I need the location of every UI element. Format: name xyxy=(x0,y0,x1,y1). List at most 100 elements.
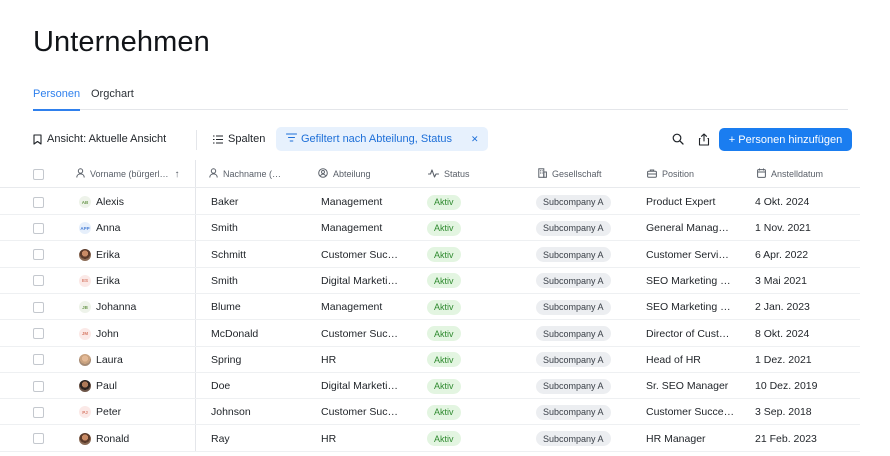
avatar-cell: AB xyxy=(79,189,96,215)
position-cell: Customer Servi… xyxy=(646,248,729,261)
briefcase-icon xyxy=(647,169,662,180)
share-icon xyxy=(698,132,710,146)
gesellschaft-cell: Subcompany A xyxy=(536,347,640,373)
status-badge: Aktiv xyxy=(427,431,461,447)
vorname-cell: Peter xyxy=(96,406,122,419)
position-cell: General Manag… xyxy=(646,222,729,235)
tab-orgchart[interactable]: Orgchart xyxy=(91,88,134,110)
row-checkbox[interactable] xyxy=(33,242,44,268)
row-checkbox[interactable] xyxy=(33,347,44,373)
avatar-initials: APP xyxy=(79,222,91,235)
status-badge: Aktiv xyxy=(427,273,461,289)
gesellschaft-cell: Subcompany A xyxy=(536,321,640,347)
gesellschaft-cell: Subcompany A xyxy=(536,268,640,294)
gesellschaft-cell: Subcompany A xyxy=(536,189,640,215)
avatar-initials: ES xyxy=(79,274,91,287)
table-row[interactable]: ES Erika Smith Digital Marketi… Aktiv Subcomp… xyxy=(0,268,860,294)
avatar-initials: AB xyxy=(79,196,91,208)
status-badge: Aktiv xyxy=(427,299,461,315)
company-badge: Subcompany A xyxy=(536,194,611,210)
header-gesellschaft[interactable]: Gesellschaft xyxy=(538,160,602,188)
table-row[interactable]: JM John McDonald Customer Suc… Aktiv Subcompa… xyxy=(0,321,860,347)
nachname-cell: McDonald xyxy=(211,327,259,340)
table-row[interactable]: APP Anna Smith Management Aktiv Subcompany A G… xyxy=(0,215,860,242)
nachname-cell: Smith xyxy=(211,222,238,235)
abteilung-cell: Customer Suc… xyxy=(321,327,399,340)
position-cell: Head of HR xyxy=(646,353,701,366)
table-row[interactable]: Paul Doe Digital Marketi… Aktiv Subcompany A… xyxy=(0,373,860,400)
select-all-checkbox[interactable] xyxy=(33,160,44,188)
row-checkbox[interactable] xyxy=(33,268,44,294)
anstelldatum-cell: 3 Sep. 2018 xyxy=(755,406,812,419)
toolbar-divider xyxy=(196,130,197,150)
status-cell: Aktiv xyxy=(427,399,527,425)
anstelldatum-cell: 6 Apr. 2022 xyxy=(755,248,809,261)
export-button[interactable] xyxy=(698,126,710,152)
header-anstelldatum[interactable]: Anstelldatum xyxy=(757,160,823,188)
company-badge: Subcompany A xyxy=(536,273,611,289)
status-badge: Aktiv xyxy=(427,378,461,394)
vorname-cell: Johanna xyxy=(96,301,137,314)
header-abteilung[interactable]: Abteilung xyxy=(318,160,371,188)
abteilung-cell: Management xyxy=(321,222,383,235)
header-label: Nachname (… xyxy=(223,169,282,179)
anstelldatum-cell: 1 Nov. 2021 xyxy=(755,222,811,235)
nachname-cell: Johnson xyxy=(211,406,251,419)
avatar-cell: ES xyxy=(79,268,96,294)
row-checkbox[interactable] xyxy=(33,294,44,320)
anstelldatum-cell: 4 Okt. 2024 xyxy=(755,196,810,208)
vorname-cell: Anna xyxy=(96,222,121,235)
row-checkbox[interactable] xyxy=(33,426,44,452)
company-badge: Subcompany A xyxy=(536,404,611,420)
sort-ascending-icon[interactable]: ↑ xyxy=(175,169,180,180)
view-selector[interactable]: Ansicht: Aktuelle Ansicht xyxy=(33,126,166,152)
company-badge: Subcompany A xyxy=(536,378,611,394)
tab-personen[interactable]: Personen xyxy=(33,88,81,111)
row-checkbox[interactable] xyxy=(33,373,44,399)
add-person-button[interactable]: + Personen hinzufügen xyxy=(719,128,852,151)
filter-chip[interactable]: Gefiltert nach Abteilung, Status ✕ xyxy=(276,127,488,151)
row-checkbox[interactable] xyxy=(33,399,44,425)
avatar-initials: PJ xyxy=(79,406,91,419)
header-vorname[interactable]: Vorname (bürgerl… ↑ xyxy=(76,160,180,188)
anstelldatum-cell: 2 Jan. 2023 xyxy=(755,301,810,314)
table-row[interactable]: Erika Schmitt Customer Suc… Aktiv Subcompany… xyxy=(0,242,860,268)
avatar-cell: JM xyxy=(79,321,96,347)
header-status[interactable]: Status xyxy=(427,160,470,188)
nachname-cell: Doe xyxy=(211,380,231,393)
row-checkbox[interactable] xyxy=(33,215,44,241)
position-cell: Director of Cust… xyxy=(646,327,730,340)
abteilung-cell: Customer Suc… xyxy=(321,248,399,261)
clear-filter-icon[interactable]: ✕ xyxy=(471,134,479,145)
search-button[interactable] xyxy=(672,126,684,152)
position-cell: Product Expert xyxy=(646,196,716,208)
filter-label: Gefiltert nach Abteilung, Status xyxy=(301,133,453,145)
header-nachname[interactable]: Nachname (… xyxy=(209,160,281,188)
avatar-cell xyxy=(79,426,96,452)
avatar-cell xyxy=(79,347,96,373)
columns-button[interactable]: Spalten xyxy=(213,126,265,152)
avatar-photo xyxy=(79,248,91,261)
status-cell: Aktiv xyxy=(427,294,527,320)
avatar-photo xyxy=(79,432,91,445)
row-checkbox[interactable] xyxy=(33,321,44,347)
circle-person-icon xyxy=(318,168,333,180)
table-row[interactable]: JB Johanna Blume Management Aktiv Subcompany … xyxy=(0,294,860,321)
status-badge: Aktiv xyxy=(427,352,461,368)
nachname-cell: Baker xyxy=(211,196,239,208)
row-checkbox[interactable] xyxy=(33,189,44,215)
table-row[interactable]: Ronald Ray HR Aktiv Subcompany A HR Manager 21… xyxy=(0,426,860,452)
gesellschaft-cell: Subcompany A xyxy=(536,215,640,241)
gesellschaft-cell: Subcompany A xyxy=(536,242,640,268)
table-row[interactable]: AB Alexis Baker Management Aktiv Subcompany A… xyxy=(0,189,860,215)
anstelldatum-cell: 10 Dez. 2019 xyxy=(755,380,818,393)
header-position[interactable]: Position xyxy=(647,160,694,188)
vorname-cell: Ronald xyxy=(96,432,130,445)
position-cell: HR Manager xyxy=(646,432,706,445)
abteilung-cell: HR xyxy=(321,432,337,445)
table-row[interactable]: Laura Spring HR Aktiv Subcompany A Head of HR… xyxy=(0,347,860,373)
position-cell: Customer Succe… xyxy=(646,406,735,419)
list-icon xyxy=(213,135,223,144)
table-row[interactable]: PJ Peter Johnson Customer Suc… Aktiv Subcompa… xyxy=(0,399,860,426)
person-icon xyxy=(209,168,223,180)
